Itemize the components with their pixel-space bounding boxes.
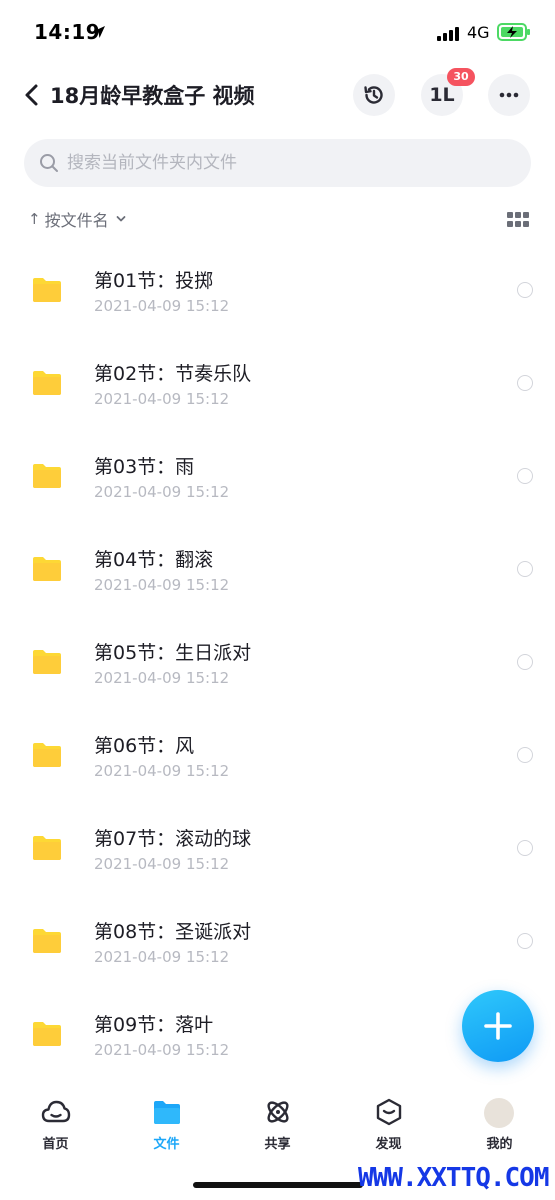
grid-view-icon xyxy=(507,212,529,227)
file-name: 第03节：雨 xyxy=(94,456,195,478)
folder-icon xyxy=(33,371,61,395)
folder-icon xyxy=(154,1101,180,1124)
sort-bar: ↑ 按文件名 xyxy=(0,204,555,234)
tab-mine[interactable]: 我的 xyxy=(444,1088,555,1158)
folder-icon xyxy=(33,1022,61,1046)
list-item[interactable]: 第06节：风 2021-04-09 15:12 xyxy=(0,709,555,801)
status-bar: 14:19 4G xyxy=(0,0,555,64)
file-date: 2021-04-09 15:12 xyxy=(94,948,230,966)
folder-icon xyxy=(33,650,61,674)
file-date: 2021-04-09 15:12 xyxy=(94,576,230,594)
back-button[interactable] xyxy=(20,80,46,110)
page-title: 18月龄早教盒子 视频 xyxy=(50,84,255,108)
location-arrow-icon xyxy=(92,24,106,43)
grid-view-button[interactable] xyxy=(507,212,529,228)
more-dots-icon xyxy=(499,92,519,98)
cloud-home-icon xyxy=(41,1100,71,1123)
chevron-left-icon xyxy=(25,84,38,106)
sort-arrow-icon: ↑ xyxy=(28,210,41,228)
select-radio[interactable] xyxy=(517,654,533,670)
chevron-down-icon xyxy=(116,216,125,222)
list-item[interactable]: 第04节：翻滚 2021-04-09 15:12 xyxy=(0,523,555,615)
atom-share-icon xyxy=(267,1101,289,1123)
file-name: 第05节：生日派对 xyxy=(94,642,252,664)
tab-label: 发现 xyxy=(375,1137,402,1152)
tab-files[interactable]: 文件 xyxy=(111,1088,222,1158)
select-radio[interactable] xyxy=(517,282,533,298)
file-name: 第01节：投掷 xyxy=(94,270,214,292)
list-item[interactable]: 第05节：生日派对 2021-04-09 15:12 xyxy=(0,616,555,708)
folder-icon xyxy=(33,278,61,302)
file-date: 2021-04-09 15:12 xyxy=(94,762,230,780)
sort-by-name-button[interactable]: ↑ 按文件名 xyxy=(28,206,126,232)
search-input[interactable] xyxy=(67,139,507,187)
list-item[interactable]: 第03节：雨 2021-04-09 15:12 xyxy=(0,430,555,522)
select-radio[interactable] xyxy=(517,375,533,391)
search-bar[interactable] xyxy=(24,139,531,187)
tab-label: 首页 xyxy=(42,1137,69,1152)
tab-discover[interactable]: 发现 xyxy=(333,1088,444,1158)
file-name: 第06节：风 xyxy=(94,735,195,757)
signal-bars-icon xyxy=(437,26,461,45)
list-item[interactable]: 第01节：投掷 2021-04-09 15:12 xyxy=(0,244,555,336)
tab-home[interactable]: 首页 xyxy=(0,1088,111,1158)
folder-icon xyxy=(33,464,61,488)
status-time: 14:19 xyxy=(34,20,101,44)
history-button[interactable] xyxy=(353,74,395,116)
file-name: 第08节：圣诞派对 xyxy=(94,921,252,943)
file-date: 2021-04-09 15:12 xyxy=(94,483,230,501)
file-date: 2021-04-09 15:12 xyxy=(94,390,230,408)
tab-label: 文件 xyxy=(153,1137,180,1152)
tab-label: 我的 xyxy=(486,1137,513,1152)
file-name: 第09节：落叶 xyxy=(94,1014,214,1036)
history-clock-icon xyxy=(364,86,383,104)
tab-label: 共享 xyxy=(264,1137,291,1152)
navigation-header: 18月龄早教盒子 视频 1L 30 xyxy=(0,68,555,120)
file-date: 2021-04-09 15:12 xyxy=(94,855,230,873)
file-name: 第07节：滚动的球 xyxy=(94,828,252,850)
avatar xyxy=(484,1098,514,1128)
transfer-count-badge: 30 xyxy=(447,68,475,86)
search-icon xyxy=(40,154,58,172)
watermark: WWW.XXTTQ.COM xyxy=(358,1163,549,1193)
folder-icon xyxy=(33,929,61,953)
folder-icon xyxy=(33,557,61,581)
sort-label: 按文件名 xyxy=(44,211,109,230)
file-date: 2021-04-09 15:12 xyxy=(94,297,230,315)
folder-icon xyxy=(33,836,61,860)
tab-share[interactable]: 共享 xyxy=(222,1088,333,1158)
folder-icon xyxy=(33,743,61,767)
file-name: 第02节：节奏乐队 xyxy=(94,363,252,385)
network-type: 4G xyxy=(467,23,490,42)
plus-icon xyxy=(484,1012,512,1040)
select-radio[interactable] xyxy=(517,747,533,763)
more-button[interactable] xyxy=(488,74,530,116)
select-radio[interactable] xyxy=(517,933,533,949)
file-name: 第04节：翻滚 xyxy=(94,549,214,571)
home-indicator xyxy=(193,1182,363,1188)
select-radio[interactable] xyxy=(517,468,533,484)
select-radio[interactable] xyxy=(517,561,533,577)
bottom-tab-bar: 首页 文件 共享 发现 我的 xyxy=(0,1088,555,1158)
file-date: 2021-04-09 15:12 xyxy=(94,669,230,687)
battery-charging-icon xyxy=(497,23,531,45)
list-item[interactable]: 第07节：滚动的球 2021-04-09 15:12 xyxy=(0,802,555,894)
list-item[interactable]: 第02节：节奏乐队 2021-04-09 15:12 xyxy=(0,337,555,429)
discover-box-icon xyxy=(376,1098,402,1126)
add-button[interactable] xyxy=(462,990,534,1062)
file-date: 2021-04-09 15:12 xyxy=(94,1041,230,1059)
select-radio[interactable] xyxy=(517,840,533,856)
list-item[interactable]: 第08节：圣诞派对 2021-04-09 15:12 xyxy=(0,895,555,987)
